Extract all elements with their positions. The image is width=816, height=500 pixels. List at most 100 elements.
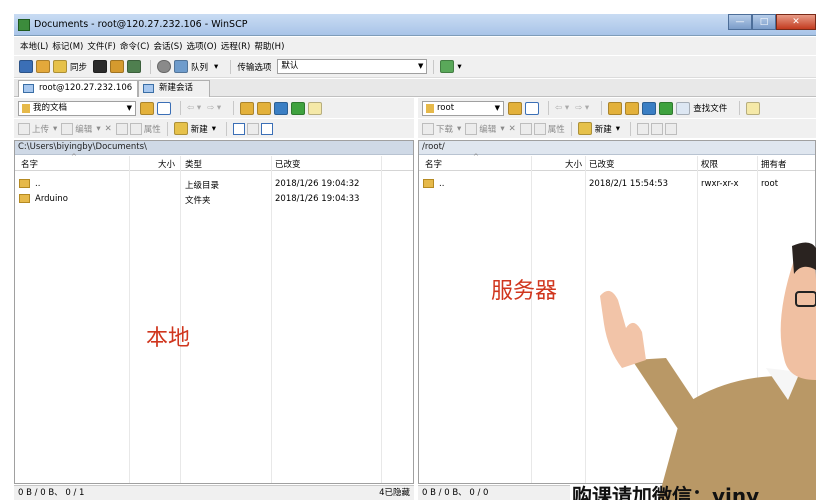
close-button[interactable]: ✕ <box>776 14 816 30</box>
download-icon[interactable] <box>422 122 434 135</box>
parent-dir-icon[interactable] <box>240 101 255 115</box>
folder-icon <box>19 194 30 203</box>
edit-icon[interactable] <box>61 122 74 135</box>
folders-icon[interactable] <box>36 60 50 73</box>
open-folder-icon[interactable] <box>508 101 522 115</box>
forward-button[interactable]: ⇨ ▾ <box>575 103 589 113</box>
filter-icon[interactable] <box>157 101 171 115</box>
filter-icon[interactable] <box>525 101 539 115</box>
refresh-icon[interactable] <box>659 101 674 115</box>
edit-button[interactable]: 编辑 <box>75 123 92 135</box>
tree-icon[interactable] <box>308 101 323 115</box>
upload-button[interactable]: 上传 <box>32 123 49 135</box>
title-bar: Documents - root@120.27.232.106 - WinSCP… <box>14 14 816 36</box>
row-changed: 2018/1/26 19:04:32 <box>275 179 360 189</box>
menu-remote[interactable]: 远程(R) <box>221 40 251 52</box>
column-divider <box>531 156 532 483</box>
upload-icon[interactable] <box>18 122 30 135</box>
gear-icon[interactable] <box>157 60 172 73</box>
transfer-settings-dropdown[interactable]: 默认 ▼ <box>277 59 428 74</box>
list-item[interactable]: Arduino 文件夹 2018/1/26 19:04:33 <box>15 192 413 206</box>
local-column-headers: 名字 ^ 大小 类型 已改变 <box>15 153 413 171</box>
menu-mark[interactable]: 标记(M) <box>52 40 83 52</box>
menu-help[interactable]: 帮助(H) <box>254 40 284 52</box>
parent-dir-icon[interactable] <box>608 101 623 115</box>
sync-button[interactable]: 同步 <box>70 61 87 73</box>
col-name[interactable]: 名字 <box>425 158 442 170</box>
row-type: 文件夹 <box>185 196 211 206</box>
properties-button[interactable]: 属性 <box>144 123 161 135</box>
minimize-button[interactable]: — <box>728 14 752 30</box>
queue-icon[interactable] <box>174 60 189 73</box>
root-dir-icon[interactable] <box>257 101 272 115</box>
menu-commands[interactable]: 命令(C) <box>120 40 150 52</box>
menu-files[interactable]: 文件(F) <box>87 40 116 52</box>
tab-session[interactable]: root@120.27.232.106 <box>18 80 138 97</box>
col-rights[interactable]: 权限 <box>701 158 718 170</box>
tree-icon[interactable] <box>746 101 761 115</box>
col-size[interactable]: 大小 <box>158 158 175 170</box>
edit-button[interactable]: 编辑 <box>479 123 496 135</box>
delete-icon[interactable]: ✕ <box>509 124 516 134</box>
col-owner[interactable]: 拥有者 <box>761 158 787 170</box>
new-folder-icon[interactable] <box>577 122 592 135</box>
col-type[interactable]: 类型 <box>185 158 202 170</box>
keys-icon[interactable] <box>110 60 125 73</box>
row-changed: 2018/1/26 19:04:33 <box>275 194 360 204</box>
find-icon[interactable] <box>676 101 691 115</box>
back-button[interactable]: ⇦ ▾ <box>555 103 569 113</box>
monitor-icon <box>23 84 34 93</box>
properties-icon[interactable] <box>129 122 142 135</box>
unselect-icon[interactable] <box>247 122 260 135</box>
select-all-icon[interactable] <box>637 122 650 135</box>
tab-new-session[interactable]: 新建会话 <box>138 80 210 97</box>
download-button[interactable]: 下载 <box>436 123 453 135</box>
rename-icon[interactable] <box>519 122 532 135</box>
edit-icon[interactable] <box>465 122 478 135</box>
layout-icon[interactable] <box>19 60 33 73</box>
transfer-preset-caret[interactable]: ▾ <box>457 62 461 72</box>
select-all-icon[interactable] <box>233 122 246 135</box>
properties-button[interactable]: 属性 <box>548 123 565 135</box>
home-icon[interactable] <box>642 101 657 115</box>
menu-session[interactable]: 会话(S) <box>153 40 182 52</box>
left-location-dropdown[interactable]: 我的文档 ▼ <box>18 100 136 116</box>
col-changed[interactable]: 已改变 <box>589 158 615 170</box>
col-size[interactable]: 大小 <box>565 158 582 170</box>
sort-asc-icon: ^ <box>473 153 479 161</box>
filter-select-icon[interactable] <box>665 122 678 135</box>
terminal-icon[interactable] <box>93 60 108 73</box>
queue-button[interactable]: 队列 <box>191 61 208 73</box>
delete-icon[interactable]: ✕ <box>105 124 112 134</box>
back-button[interactable]: ⇦ ▾ <box>187 103 201 113</box>
server-annotation: 服务器 <box>491 279 558 304</box>
toolbar-separator <box>601 101 603 115</box>
sync-icon[interactable] <box>53 60 67 73</box>
list-item[interactable]: .. 2018/2/1 15:54:53 rwxr-xr-x root <box>419 177 815 191</box>
forward-button[interactable]: ⇨ ▾ <box>207 103 221 113</box>
filter-select-icon[interactable] <box>261 122 274 135</box>
new-folder-icon[interactable] <box>173 122 188 135</box>
open-folder-icon[interactable] <box>140 101 154 115</box>
rename-icon[interactable] <box>115 122 128 135</box>
maximize-button[interactable]: □ <box>752 14 776 30</box>
properties-icon[interactable] <box>533 122 546 135</box>
queue-caret[interactable]: ▾ <box>214 62 218 72</box>
new-button[interactable]: 新建 <box>191 123 208 135</box>
new-button[interactable]: 新建 <box>595 123 612 135</box>
refresh-icon[interactable] <box>291 101 306 115</box>
list-item[interactable]: .. 上级目录 2018/1/26 19:04:32 <box>15 177 413 191</box>
left-action-toolbar: 上传 ▾ 编辑 ▾ ✕ 属性 新建 ▾ <box>14 119 414 138</box>
col-name[interactable]: 名字 <box>21 158 38 170</box>
menu-options[interactable]: 选项(O) <box>186 40 216 52</box>
unselect-icon[interactable] <box>651 122 664 135</box>
local-hidden-count: 4已隐藏 <box>379 488 410 498</box>
find-files-button[interactable]: 查找文件 <box>693 102 727 114</box>
col-changed[interactable]: 已改变 <box>275 158 301 170</box>
transfer-preset-icon[interactable] <box>440 60 455 73</box>
home-icon[interactable] <box>274 101 289 115</box>
menu-local[interactable]: 本地(L) <box>20 40 48 52</box>
root-dir-icon[interactable] <box>625 101 640 115</box>
right-location-dropdown[interactable]: root ▼ <box>422 100 504 116</box>
preferences-icon[interactable] <box>127 60 142 73</box>
